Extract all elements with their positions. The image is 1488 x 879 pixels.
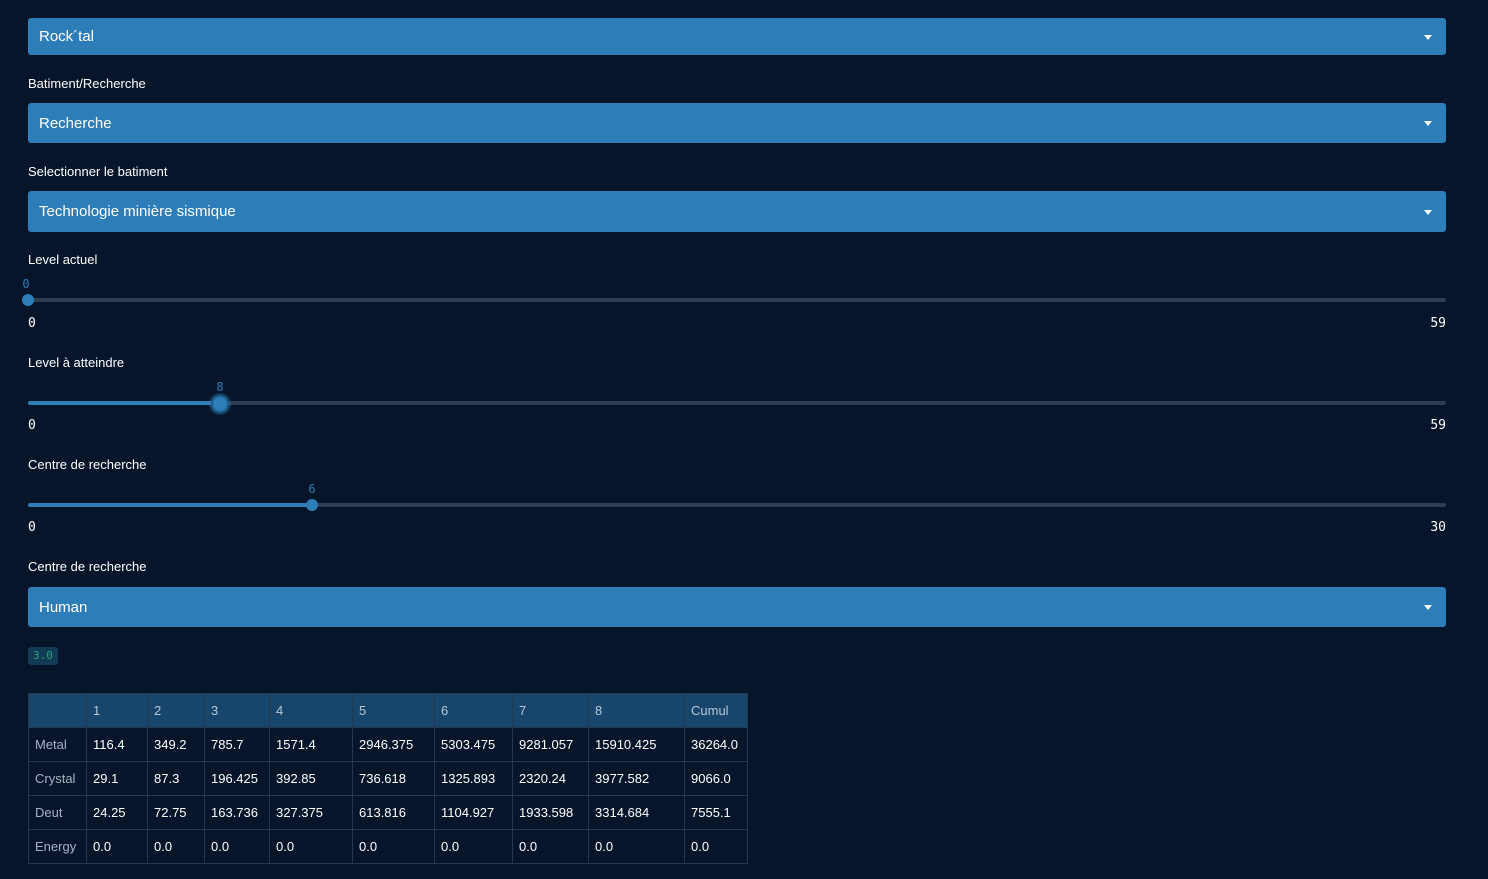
- building-label: Selectionner le batiment: [28, 164, 168, 179]
- level-current-max: 59: [1430, 316, 1446, 331]
- cost-table: 1 2 3 4 5 6 7 8 Cumul Metal 116.4 349.2 …: [28, 693, 748, 864]
- table-header-cell: 3: [204, 693, 270, 728]
- table-cell: 29.1: [86, 761, 148, 796]
- table-cell: 0.0: [434, 829, 513, 864]
- table-cell: 196.425: [204, 761, 270, 796]
- table-cell: 3977.582: [588, 761, 685, 796]
- table-cell: 36264.0: [684, 727, 748, 762]
- level-current-label: Level actuel: [28, 252, 98, 267]
- research-center-min: 0: [28, 520, 36, 535]
- table-cell: 3314.684: [588, 795, 685, 830]
- research-center-race-label: Centre de recherche: [28, 559, 147, 574]
- level-current-value: 0: [22, 277, 30, 291]
- table-cell: 785.7: [204, 727, 270, 762]
- table-cell: 0.0: [588, 829, 685, 864]
- research-center-max: 30: [1430, 520, 1446, 535]
- row-label: Metal: [28, 727, 87, 762]
- table-cell: 1571.4: [269, 727, 353, 762]
- table-cell: 9066.0: [684, 761, 748, 796]
- table-cell: 613.816: [352, 795, 435, 830]
- building-type-select[interactable]: Recherche: [28, 103, 1446, 143]
- table-cell: 327.375: [269, 795, 353, 830]
- building-type-label: Batiment/Recherche: [28, 76, 146, 91]
- research-center-race-value: Human: [39, 598, 88, 616]
- table-header-cell: 4: [269, 693, 353, 728]
- level-target-slider-fill: [28, 401, 220, 405]
- table-cell: 87.3: [147, 761, 205, 796]
- table-cell: 392.85: [269, 761, 353, 796]
- level-current-min: 0: [28, 316, 36, 331]
- table-cell: 7555.1: [684, 795, 748, 830]
- level-target-slider-thumb[interactable]: [211, 395, 229, 413]
- table-cell: 116.4: [86, 727, 148, 762]
- research-center-value: 6: [308, 482, 316, 496]
- chevron-down-icon: [1424, 209, 1432, 215]
- level-target-max: 59: [1430, 418, 1446, 433]
- level-target-slider[interactable]: [28, 395, 1446, 413]
- research-center-slider-fill: [28, 503, 312, 507]
- table-cell: 2946.375: [352, 727, 435, 762]
- level-current-slider[interactable]: [22, 294, 1446, 306]
- building-select[interactable]: Technologie minière sismique: [28, 191, 1446, 232]
- row-label: Deut: [28, 795, 87, 830]
- row-label: Energy: [28, 829, 87, 864]
- building-value: Technologie minière sismique: [39, 203, 236, 220]
- table-header-cell: 5: [352, 693, 435, 728]
- table-cell: 9281.057: [512, 727, 589, 762]
- research-center-race-select[interactable]: Human: [28, 587, 1446, 627]
- chevron-down-icon: [1424, 34, 1432, 40]
- research-center-slider-thumb[interactable]: [306, 499, 318, 511]
- table-cell: 0.0: [86, 829, 148, 864]
- chevron-down-icon: [1424, 121, 1432, 126]
- table-cell: 0.0: [512, 829, 589, 864]
- table-header-cell: Cumul: [684, 693, 748, 728]
- table-cell: 24.25: [86, 795, 148, 830]
- table-header-cell: 7: [512, 693, 589, 728]
- table-cell: 1104.927: [434, 795, 513, 830]
- table-header-cell: 2: [147, 693, 205, 728]
- level-current-slider-thumb[interactable]: [22, 294, 34, 306]
- race-select[interactable]: Rock´tal: [28, 18, 1446, 55]
- table-row: Deut 24.25 72.75 163.736 327.375 613.816…: [28, 795, 748, 830]
- research-center-label: Centre de recherche: [28, 457, 147, 472]
- level-target-label: Level à atteindre: [28, 355, 125, 370]
- table-cell: 163.736: [204, 795, 270, 830]
- table-cell: 5303.475: [434, 727, 513, 762]
- table-cell: 0.0: [352, 829, 435, 864]
- building-type-value: Recherche: [39, 114, 112, 132]
- chevron-down-icon: [1424, 605, 1432, 610]
- table-cell: 349.2: [147, 727, 205, 762]
- table-cell: 0.0: [204, 829, 270, 864]
- streamlit-app: Rock´tal Batiment/Recherche Recherche Se…: [0, 0, 1488, 879]
- table-cell: 1933.598: [512, 795, 589, 830]
- table-cell: 15910.425: [588, 727, 685, 762]
- race-select-value: Rock´tal: [39, 28, 95, 45]
- row-label: Crystal: [28, 761, 87, 796]
- table-cell: 2320.24: [512, 761, 589, 796]
- level-target-value: 8: [216, 380, 224, 394]
- table-cell: 0.0: [269, 829, 353, 864]
- result-badge: 3.0: [28, 647, 58, 665]
- table-header-row: 1 2 3 4 5 6 7 8 Cumul: [28, 693, 748, 728]
- research-center-slider[interactable]: [28, 499, 1446, 511]
- table-cell: 736.618: [352, 761, 435, 796]
- table-header-cell: 6: [434, 693, 513, 728]
- table-cell: 72.75: [147, 795, 205, 830]
- table-row: Energy 0.0 0.0 0.0 0.0 0.0 0.0 0.0 0.0 0…: [28, 829, 748, 864]
- table-cell: 0.0: [684, 829, 748, 864]
- level-target-min: 0: [28, 418, 36, 433]
- table-row: Metal 116.4 349.2 785.7 1571.4 2946.375 …: [28, 727, 748, 762]
- table-header-cell: 8: [588, 693, 685, 728]
- table-header-cell: [28, 693, 87, 728]
- table-cell: 0.0: [147, 829, 205, 864]
- table-header-cell: 1: [86, 693, 148, 728]
- table-cell: 1325.893: [434, 761, 513, 796]
- table-row: Crystal 29.1 87.3 196.425 392.85 736.618…: [28, 761, 748, 796]
